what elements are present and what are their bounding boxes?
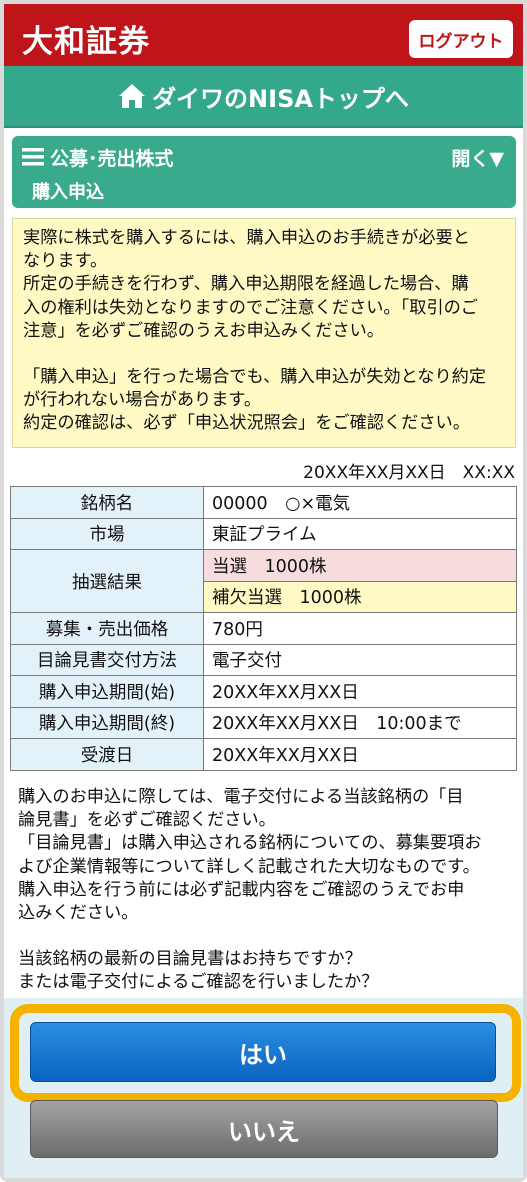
lottery-win-value: 当選 1000株 xyxy=(203,549,517,582)
notice-box: 実際に株式を購入するには、購入申込のお手続きが必要と なります。 所定の手続きを… xyxy=(12,218,516,448)
desc-text: 込みください。 xyxy=(18,903,139,924)
table-row: 募集・売出価格 780円 xyxy=(10,612,517,645)
notice-text: 所定の手続きを行わず、購入申込期限を経過した場合、購 xyxy=(23,274,469,295)
table-row: 市場 東証プライム xyxy=(10,517,517,550)
timestamp: 20XX年XX月XX日 XX:XX xyxy=(303,463,515,483)
row-value: 20XX年XX月XX日 xyxy=(203,675,517,708)
desc-text: 購入申込を行う前には必ず記載内容をご確認のうえでお申 xyxy=(18,879,465,900)
row-label: 市場 xyxy=(10,517,204,550)
row-label: 購入申込期間(始) xyxy=(10,675,204,708)
section-toggle[interactable]: 開く▼ xyxy=(451,144,504,171)
row-label: 抽選結果 xyxy=(10,549,204,613)
table-row: 購入申込期間(始) 20XX年XX月XX日 xyxy=(10,675,517,708)
table-row: 目論見書交付方法 電子交付 xyxy=(10,643,517,676)
yes-button[interactable]: はい xyxy=(30,1022,496,1082)
row-label: 受渡日 xyxy=(10,738,204,771)
table-row: 銘柄名 00000 ○×電気 xyxy=(10,486,517,519)
desc-text: 論見書」を必ずご確認ください。 xyxy=(18,810,276,831)
prospectus-description: 購入のお申込に際しては、電子交付による当該銘柄の「目 論見書」を必ずご確認くださ… xyxy=(18,786,514,995)
notice-text: が行われない場合があります。 xyxy=(23,390,262,411)
section-title: 公募･売出株式 xyxy=(50,148,174,170)
row-label: 銘柄名 xyxy=(10,486,204,519)
logout-button[interactable]: ログアウト xyxy=(409,20,513,58)
no-button[interactable]: いいえ xyxy=(30,1100,498,1158)
row-value: 00000 ○×電気 xyxy=(203,486,517,519)
hamburger-icon xyxy=(22,148,44,166)
row-label: 目論見書交付方法 xyxy=(10,643,204,676)
table-row: 抽選結果 当選 1000株 xyxy=(10,549,517,613)
notice-text: 「購入申込」を行った場合でも、購入申込が失効となり約定 xyxy=(23,367,487,388)
brand-logo[interactable]: 大和証券 xyxy=(22,16,150,61)
notice-text: 約定の確認は、必ず「申込状況照会」をご確認ください。 xyxy=(23,413,470,434)
row-value: 東証プライム xyxy=(203,517,517,550)
row-value: 20XX年XX月XX日 10:00まで xyxy=(203,706,517,739)
question-text: 当該銘柄の最新の目論見書はお持ちですか？ xyxy=(18,949,362,970)
notice-text: 入の権利は失効となりますのでご注意ください。「取引のご xyxy=(23,297,478,318)
notice-text: なります。 xyxy=(23,251,108,272)
desc-text: 「目論見書」は購入申込される銘柄についての、募集要項お xyxy=(18,833,482,854)
desc-text: 購入のお申込に際しては、電子交付による当該銘柄の「目 xyxy=(18,787,464,807)
lottery-substitute-value: 補欠当選 1000株 xyxy=(203,580,517,613)
row-label: 購入申込期間(終) xyxy=(10,706,204,739)
nisa-top-link[interactable]: ダイワのNISAトップへ xyxy=(4,66,523,128)
nisa-top-label: ダイワのNISAトップへ xyxy=(152,84,409,113)
notice-text: 実際に株式を購入するには、購入申込のお手続きが必要と xyxy=(23,228,470,248)
offering-info-table: 銘柄名 00000 ○×電気 市場 東証プライム 抽選結果 当選 1000株 補… xyxy=(10,486,517,771)
home-icon xyxy=(119,84,146,108)
notice-text: 注意」を必ずご確認のうえお申込みください。 xyxy=(23,320,384,341)
section-header[interactable]: 公募･売出株式 開く▼ 購入申込 xyxy=(12,136,516,208)
row-label: 募集・売出価格 xyxy=(10,612,204,645)
row-value: 20XX年XX月XX日 xyxy=(203,738,517,771)
question-text: または電子交付によるご確認を行いましたか？ xyxy=(18,972,379,993)
row-value: 電子交付 xyxy=(203,643,517,676)
section-subtitle: 購入申込 xyxy=(32,182,104,203)
row-value: 780円 xyxy=(203,612,517,645)
table-row: 受渡日 20XX年XX月XX日 xyxy=(10,738,517,771)
app-header: 大和証券 ログアウト xyxy=(4,4,523,66)
desc-text: よび企業情報等について詳しく記載された大切なものです。 xyxy=(18,856,480,877)
table-row: 購入申込期間(終) 20XX年XX月XX日 10:00まで xyxy=(10,706,517,739)
